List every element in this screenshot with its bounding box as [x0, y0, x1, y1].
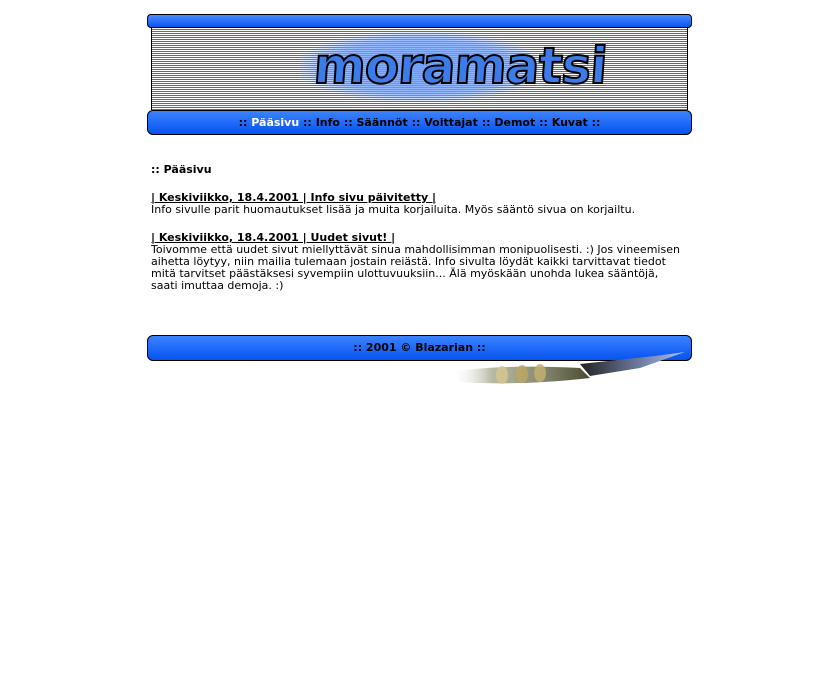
nav-separator: ::	[343, 116, 353, 129]
news-item: | Keskiviikko, 18.4.2001 | Uudet sivut! …	[151, 232, 681, 292]
nav-item-paasivu[interactable]: Pääsivu	[251, 116, 299, 129]
nav-item-saannot[interactable]: Säännöt	[356, 116, 407, 129]
page-title: :: Pääsivu	[151, 163, 212, 176]
nav-separator: ::	[539, 116, 548, 129]
site-logo: moramatsi	[311, 36, 610, 96]
nav-bar: :: Pääsivu :: Info :: Säännöt :: Voittaj…	[147, 110, 692, 135]
knife-image	[450, 352, 685, 384]
nav-separator: ::	[411, 116, 421, 129]
news-item: | Keskiviikko, 18.4.2001 | Info sivu päi…	[151, 192, 681, 216]
header-banner: moramatsi	[151, 28, 688, 110]
nav-item-demot[interactable]: Demot	[494, 116, 535, 129]
nav-separator: ::	[591, 116, 601, 129]
nav-separator: ::	[303, 116, 312, 129]
nav-item-info[interactable]: Info	[316, 116, 340, 129]
nav-item-voittajat[interactable]: Voittajat	[424, 116, 478, 129]
main-content: :: Pääsivu | Keskiviikko, 18.4.2001 | In…	[151, 164, 681, 308]
nav-item-kuvat[interactable]: Kuvat	[552, 116, 588, 129]
nav-separator: ::	[481, 116, 491, 129]
nav-separator: ::	[238, 116, 248, 129]
news-body: Toivomme että uudet sivut miellyttävät s…	[151, 243, 680, 292]
top-bar	[147, 14, 692, 28]
news-body: Info sivulle parit huomautukset lisää ja…	[151, 203, 636, 216]
